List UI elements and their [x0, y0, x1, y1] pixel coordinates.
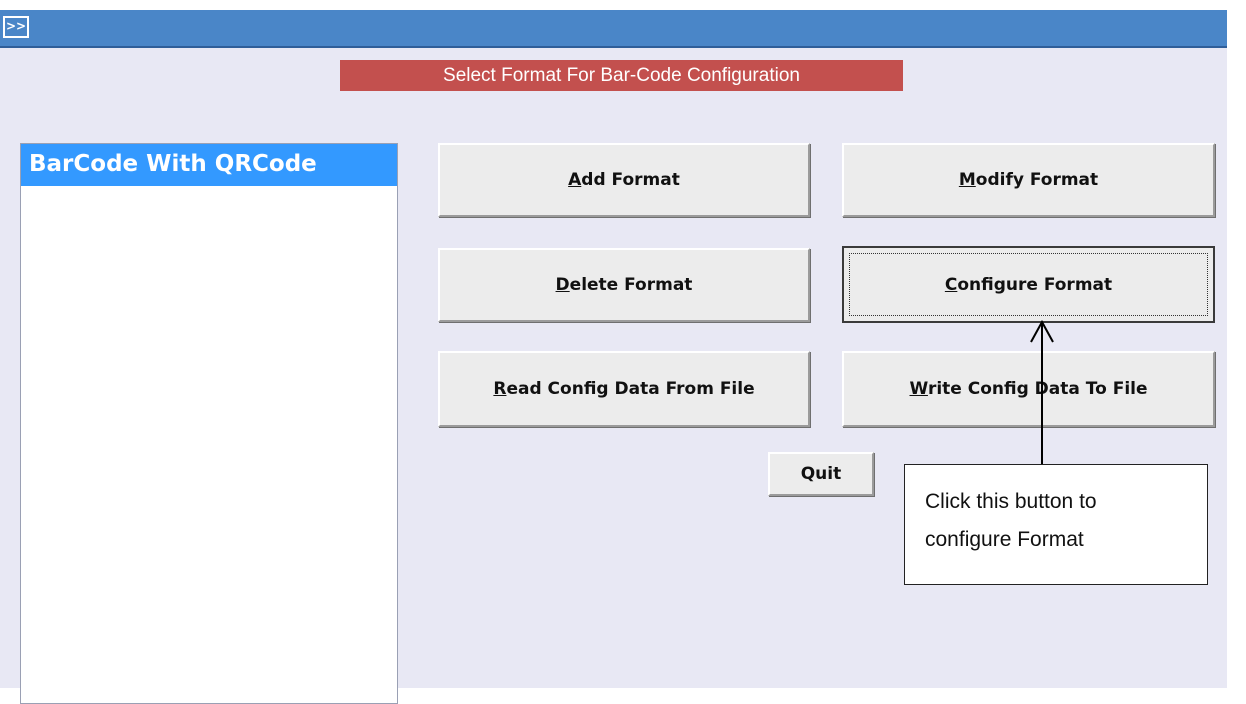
- add-format-button[interactable]: Add Format: [438, 143, 810, 217]
- list-item[interactable]: BarCode With QRCode: [21, 144, 397, 186]
- modify-format-button[interactable]: Modify Format: [842, 143, 1215, 217]
- form-heading: Select Format For Bar-Code Configuration: [340, 60, 903, 91]
- annotation-callout: Click this button to configure Format: [904, 464, 1208, 585]
- read-config-data-button[interactable]: Read Config Data From File: [438, 351, 810, 427]
- callout-line-1: Click this button to: [925, 490, 1097, 513]
- configure-format-button[interactable]: Configure Format: [842, 246, 1215, 323]
- callout-line-2: configure Format: [925, 528, 1084, 551]
- formats-listbox[interactable]: BarCode With QRCode: [20, 143, 398, 704]
- write-config-data-button[interactable]: Write Config Data To File: [842, 351, 1215, 427]
- title-bar: >>: [0, 10, 1227, 48]
- navigation-pane-toggle-icon[interactable]: >>: [3, 16, 29, 38]
- delete-format-button[interactable]: Delete Format: [438, 248, 810, 322]
- quit-button[interactable]: Quit: [768, 452, 874, 496]
